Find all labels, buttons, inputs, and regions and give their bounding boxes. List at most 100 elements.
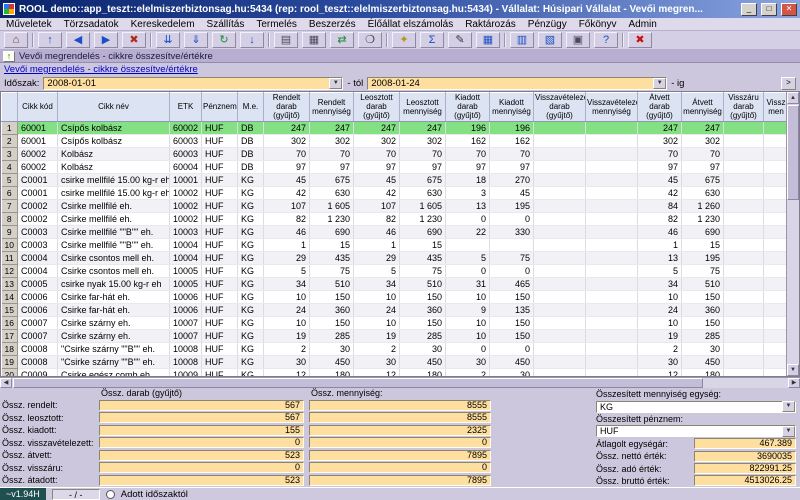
- chevron-down-icon[interactable]: ▼: [782, 426, 795, 437]
- table-row[interactable]: 360002Kolbász60003HUFDB7070707070707070: [2, 147, 789, 160]
- minimize-button[interactable]: _: [741, 3, 757, 16]
- table-row[interactable]: 8C0002Csirke mellfilé eh.10002HUFKG821 2…: [2, 212, 789, 225]
- grid-button[interactable]: ▦: [476, 32, 500, 48]
- sum-button[interactable]: Σ: [420, 32, 444, 48]
- table-row[interactable]: 6C0001csirke mellfilé 15.00 kg-r eh10002…: [2, 186, 789, 199]
- cell: 60002: [18, 147, 58, 160]
- date-from-field[interactable]: 2008-01-01 ▼: [43, 77, 343, 90]
- table-row[interactable]: 14C0006Csirke far-hát eh.10006HUFKG10150…: [2, 290, 789, 303]
- search-button[interactable]: ❍: [358, 32, 382, 48]
- column-header-rendelt-darab-gyujto[interactable]: Rendelt darab (gyűjtő): [264, 93, 310, 122]
- forward-button[interactable]: ▶: [94, 32, 118, 48]
- print-button[interactable]: ▤: [274, 32, 298, 48]
- scroll-down-icon[interactable]: ▼: [787, 364, 799, 376]
- column-header-leosztott-mennyiseg[interactable]: Leosztott mennyiség: [400, 93, 446, 122]
- navigate-up-icon[interactable]: ↑: [3, 51, 15, 62]
- table-row[interactable]: 20C0009Csirke egész comb eh.10009HUFKG12…: [2, 368, 789, 377]
- column-header-atvett-mennyiseg[interactable]: Átvett mennyiség: [682, 93, 724, 122]
- table-row[interactable]: 11C0004Csirke csontos mell eh.10004HUFKG…: [2, 251, 789, 264]
- column-header-cikk-kod[interactable]: Cikk kód: [18, 93, 58, 122]
- scroll-left-icon[interactable]: ◀: [0, 378, 12, 388]
- chevron-down-icon[interactable]: ▼: [329, 78, 342, 89]
- menu-item-penzugy[interactable]: Pénzügy: [522, 19, 573, 30]
- cell: 30: [446, 355, 490, 368]
- table-row[interactable]: 15C0006Csirke far-hát eh.10006HUFKG24360…: [2, 303, 789, 316]
- horizontal-scrollbar[interactable]: ◀ ▶: [0, 377, 800, 388]
- table-row[interactable]: 18C0008"Csirke szárny ""B"" eh.10008HUFK…: [2, 342, 789, 355]
- scroll-up-icon[interactable]: ▲: [787, 92, 799, 104]
- close-red-button[interactable]: ✖: [628, 32, 652, 48]
- menu-item-eloallat-elszamolas[interactable]: Élőállat elszámolás: [362, 19, 460, 30]
- column-header-kiadott-darab-gyujto[interactable]: Kiadott darab (gyűjtő): [446, 93, 490, 122]
- column-header-visszavetelezett-darab-gyujto[interactable]: Visszavételezett darab (gyűjtő): [534, 93, 586, 122]
- menu-item-szallitas[interactable]: Szállítás: [201, 19, 251, 30]
- unit-select[interactable]: KG ▼: [596, 401, 796, 413]
- chevron-down-icon[interactable]: ▼: [653, 78, 666, 89]
- table-row[interactable]: 19C0008"Csirke szárny ""B"" eh.10008HUFK…: [2, 355, 789, 368]
- table-button[interactable]: ▥: [510, 32, 534, 48]
- help-button[interactable]: ?: [594, 32, 618, 48]
- title-bar[interactable]: ROOL demo::app_teszt::elelmiszerbiztonsa…: [0, 0, 800, 18]
- double-down-button[interactable]: ⇊: [156, 32, 180, 48]
- report-link[interactable]: Vevői megrendelés - cikkre összesítve/ér…: [4, 64, 198, 75]
- menu-item-muveletek[interactable]: Műveletek: [0, 19, 58, 30]
- table-row[interactable]: 10C0003Csirke mellfilé ""B"" eh.10004HUF…: [2, 238, 789, 251]
- table-row[interactable]: 9C0003Csirke mellfilé ""B"" eh.10003HUFK…: [2, 225, 789, 238]
- table-row[interactable]: 13C0005csirke nyak 15.00 kg-r eh10005HUF…: [2, 277, 789, 290]
- horizontal-scroll-thumb[interactable]: [13, 378, 703, 388]
- down-arrow-button[interactable]: ↓: [240, 32, 264, 48]
- table-row[interactable]: 16C0007Csirke szárny eh.10007HUFKG101501…: [2, 316, 789, 329]
- exit-button[interactable]: ⌂: [4, 32, 28, 48]
- keys-button[interactable]: ✦: [392, 32, 416, 48]
- table-row[interactable]: 12C0004Csirke csontos mell eh.10005HUFKG…: [2, 264, 789, 277]
- recycle-button[interactable]: ↻: [212, 32, 236, 48]
- menu-item-torzsadatok[interactable]: Törzsadatok: [58, 19, 125, 30]
- edit-button[interactable]: ✎: [448, 32, 472, 48]
- column-header-kiadott-mennyiseg[interactable]: Kiadott mennyiség: [490, 93, 534, 122]
- menu-item-beszerzes[interactable]: Beszerzés: [303, 19, 362, 30]
- column-header-penznem[interactable]: Pénznem: [202, 93, 238, 122]
- table-row[interactable]: 17C0007Csirke szárny eh.10007HUFKG192851…: [2, 329, 789, 342]
- period-radio[interactable]: [106, 490, 115, 499]
- menu-item-raktarozas[interactable]: Raktározás: [459, 19, 522, 30]
- cell: [724, 160, 764, 173]
- column-header-visszaru-darab-gyujto[interactable]: Visszáru darab (gyűjtő): [724, 93, 764, 122]
- cell: 180: [682, 368, 724, 377]
- column-header-m-e[interactable]: M.e.: [238, 93, 264, 122]
- back-button[interactable]: ◀: [66, 32, 90, 48]
- chart-button[interactable]: ▧: [538, 32, 562, 48]
- cell: 97: [638, 160, 682, 173]
- menu-item-kereskedelem[interactable]: Kereskedelem: [125, 19, 201, 30]
- column-header-rendelt-mennyiseg[interactable]: Rendelt mennyiség: [310, 93, 354, 122]
- column-header-etk[interactable]: ETK: [170, 93, 202, 122]
- menu-item-termeles[interactable]: Termelés: [250, 19, 303, 30]
- column-header-visszavetelezett-mennyiseg[interactable]: Visszavételezett mennyiség: [586, 93, 638, 122]
- table-row[interactable]: 5C0001csirke mellfilé 15.00 kg-r eh10001…: [2, 173, 789, 186]
- column-header-leosztott-darab-gyujto[interactable]: Leosztott darab (gyűjtő): [354, 93, 400, 122]
- column-header-atvett-darab-gyujto[interactable]: Átvett darab (gyűjtő): [638, 93, 682, 122]
- import-button[interactable]: ⇓: [184, 32, 208, 48]
- calculator-button[interactable]: ▦: [302, 32, 326, 48]
- column-header-vissz-men[interactable]: Vissz men: [764, 93, 789, 122]
- column-header-cikk-nev[interactable]: Cikk név: [58, 93, 170, 122]
- menu-item-fokonyv[interactable]: Főkönyv: [573, 19, 623, 30]
- menu-item-admin[interactable]: Admin: [623, 19, 663, 30]
- cell: C0004: [18, 251, 58, 264]
- vertical-scroll-thumb[interactable]: [787, 105, 799, 200]
- maximize-button[interactable]: □: [761, 3, 777, 16]
- up-arrow-button[interactable]: ↑: [38, 32, 62, 48]
- refresh-button[interactable]: ⇄: [330, 32, 354, 48]
- period-next-button[interactable]: >: [781, 77, 796, 90]
- table-row[interactable]: 460002Kolbász60004HUFDB9797979797979797: [2, 160, 789, 173]
- table-row[interactable]: 7C0002Csirke mellfilé eh.10002HUFKG1071 …: [2, 199, 789, 212]
- currency-select[interactable]: HUF ▼: [596, 425, 796, 437]
- table-row[interactable]: 260001Csípős kolbász60003HUFDB3023023023…: [2, 134, 789, 147]
- stop-button[interactable]: ✖: [122, 32, 146, 48]
- close-button[interactable]: ✕: [781, 3, 797, 16]
- vertical-scrollbar[interactable]: ▲ ▼: [786, 92, 799, 376]
- scroll-right-icon[interactable]: ▶: [788, 378, 800, 388]
- table-row[interactable]: 160001Csípős kolbász60002HUFDB2472472472…: [2, 121, 789, 134]
- calendar-button[interactable]: ▣: [566, 32, 590, 48]
- date-to-field[interactable]: 2008-01-24 ▼: [367, 77, 667, 90]
- chevron-down-icon[interactable]: ▼: [782, 401, 795, 412]
